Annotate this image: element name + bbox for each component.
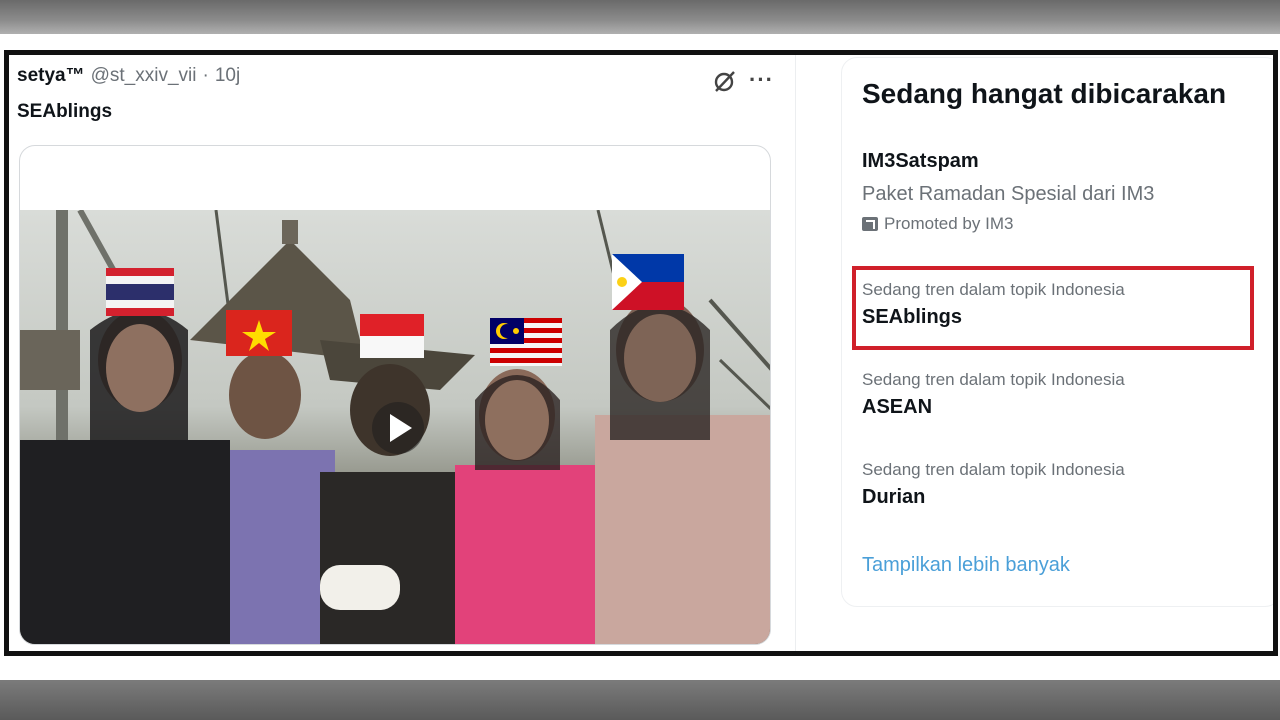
trend-item-durian[interactable]: Sedang tren dalam topik Indonesia Durian: [862, 460, 1242, 509]
media-card[interactable]: [19, 145, 771, 645]
promoted-trend-description: Paket Ramadan Spesial dari IM3: [862, 183, 1155, 205]
play-button[interactable]: [372, 402, 424, 454]
promoted-trend-name[interactable]: IM3Satspam: [862, 150, 1242, 173]
trend-context: Sedang tren dalam topik Indonesia: [862, 370, 1125, 389]
more-icon[interactable]: ···: [749, 67, 774, 93]
trend-name[interactable]: ASEAN: [862, 396, 1242, 419]
screenshot-frame: setya™ @st_xxiv_vii · 10j ··· SEAblings: [4, 50, 1278, 656]
play-icon: [390, 414, 412, 442]
trend-context: Sedang tren dalam topik Indonesia: [862, 280, 1125, 299]
grok-icon[interactable]: [711, 69, 739, 95]
promoted-trend[interactable]: IM3Satspam Paket Ramadan Spesial dari IM…: [862, 150, 1242, 234]
tweet[interactable]: setya™ @st_xxiv_vii · 10j ··· SEAblings: [17, 65, 779, 645]
tweet-text: SEAblings: [17, 101, 113, 122]
show-more-link[interactable]: Tampilkan lebih banyak: [862, 554, 1070, 577]
video-thumbnail[interactable]: [20, 210, 770, 644]
trend-item-asean[interactable]: Sedang tren dalam topik Indonesia ASEAN: [862, 370, 1242, 419]
tweet-time[interactable]: 10j: [215, 65, 240, 87]
trend-item-seablings[interactable]: Sedang tren dalam topik Indonesia SEAbli…: [862, 280, 1242, 329]
trend-context: Sedang tren dalam topik Indonesia: [862, 460, 1125, 479]
author-handle[interactable]: @st_xxiv_vii: [91, 65, 197, 87]
column-divider: [795, 55, 796, 651]
bottom-blurred-band: [0, 680, 1280, 720]
promoted-by-line: Promoted by IM3: [862, 214, 1242, 234]
separator-dot: ·: [202, 65, 209, 86]
promoted-icon: [862, 217, 878, 231]
trending-panel: Sedang hangat dibicarakan IM3Satspam Pak…: [841, 57, 1273, 607]
tweet-header: setya™ @st_xxiv_vii · 10j: [17, 65, 240, 93]
top-blurred-band: [0, 0, 1280, 34]
trend-name[interactable]: SEAblings: [862, 306, 1242, 329]
author-name[interactable]: setya™: [17, 65, 85, 87]
trend-name[interactable]: Durian: [862, 486, 1242, 509]
promoted-by-label: Promoted by IM3: [884, 214, 1014, 233]
trending-title: Sedang hangat dibicarakan: [862, 78, 1227, 109]
